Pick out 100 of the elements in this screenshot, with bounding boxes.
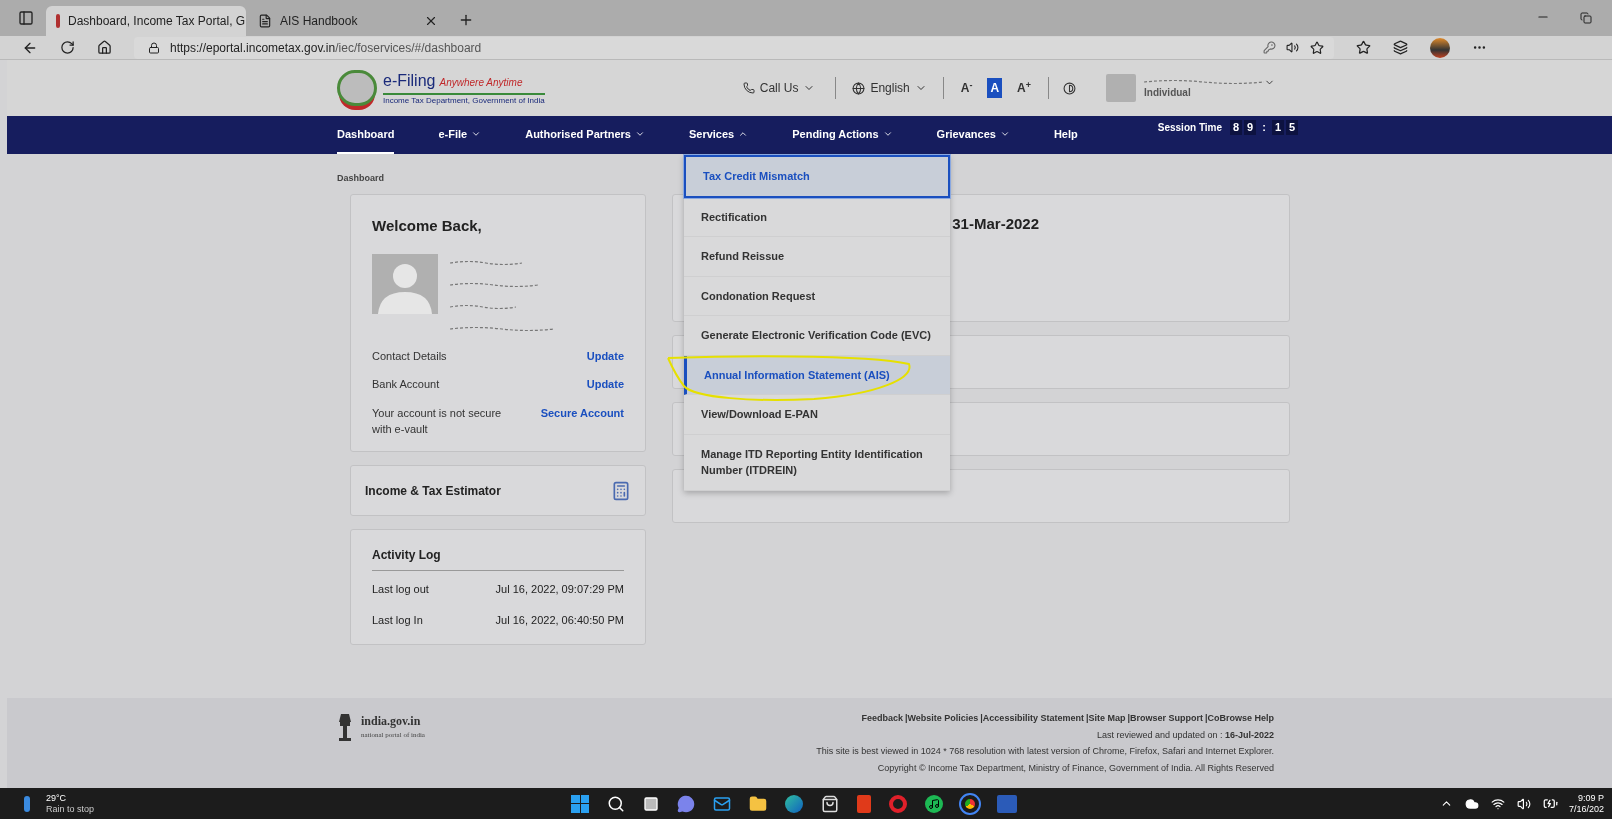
wifi-icon[interactable] <box>1491 796 1505 811</box>
nav-tab[interactable]: Authorised Partners <box>525 116 645 154</box>
menu-item[interactable]: Manage ITD Reporting Entity Identification Number (ITDREIN) <box>684 434 950 491</box>
nav-tab[interactable]: Pending Actions <box>792 116 893 154</box>
nav-tab[interactable]: Grievances <box>936 116 1010 154</box>
clock-time: 9:09 P <box>1577 792 1604 804</box>
footer-link[interactable]: Feedback <box>861 712 903 726</box>
font-size-button[interactable]: A <box>987 78 1003 98</box>
tab-actions-icon[interactable] <box>18 10 34 26</box>
tab-title: Dashboard, Income Tax Portal, G <box>68 13 246 30</box>
best-viewed-text: This site is best viewed in 1024 * 768 resolution with latest version of Chrome, Firefox, Safari and Internet Explorer. <box>816 745 1274 758</box>
browser-icon[interactable] <box>785 794 804 813</box>
menu-item[interactable]: Condonation Request <box>684 276 950 316</box>
account-action-link[interactable]: Secure Account <box>540 404 624 421</box>
footer-link[interactable]: |Accessibility Statement <box>980 712 1084 726</box>
clock-date: 7/16/202 <box>1568 803 1604 815</box>
welcome-heading: Welcome Back, <box>372 216 483 236</box>
footer-link[interactable]: |Site Map <box>1085 712 1126 726</box>
menu-item[interactable]: Refund Reissue <box>684 237 950 277</box>
url-text: https://eportal.incometax.gov.in/iec/foservices/#/dashboard <box>170 39 482 57</box>
user-avatar <box>1106 74 1137 102</box>
volume-icon[interactable] <box>1517 796 1531 811</box>
nav-tab[interactable]: Help <box>1053 116 1078 154</box>
new-tab-icon[interactable] <box>458 12 474 28</box>
search-icon[interactable] <box>607 794 626 813</box>
close-icon[interactable] <box>424 14 438 28</box>
reload-icon[interactable] <box>60 40 75 55</box>
account-action-link[interactable]: Update <box>586 376 624 393</box>
account-label: Contact Details <box>372 348 448 364</box>
folder-icon[interactable] <box>749 794 768 813</box>
task-view-icon[interactable] <box>643 795 660 812</box>
address-field[interactable]: https://eportal.incometax.gov.in/iec/foservices/#/dashboard <box>134 36 1334 59</box>
lock-icon <box>148 41 160 54</box>
music-icon[interactable] <box>925 794 944 813</box>
log-time: Jul 16, 2022, 06:40:50 PM <box>495 612 624 628</box>
menu-item[interactable]: View/Download E-PAN <box>684 395 950 435</box>
favorite-icon[interactable] <box>1310 40 1324 55</box>
log-time: Jul 16, 2022, 09:07:29 PM <box>495 582 624 597</box>
weather-icon <box>24 795 30 812</box>
store-icon[interactable] <box>821 794 840 813</box>
mail-icon[interactable] <box>713 794 732 813</box>
browser-tab[interactable]: Dashboard, Income Tax Portal, G <box>46 6 246 36</box>
last-reviewed-text: Last reviewed and updated on : 16-Jul-2022 <box>1096 728 1274 742</box>
phone-icon <box>742 82 755 94</box>
battery-icon[interactable] <box>1543 796 1558 811</box>
collections-icon[interactable] <box>1393 40 1408 55</box>
windows-start-icon[interactable] <box>571 794 590 813</box>
call-us-button[interactable]: Call Us <box>742 79 836 97</box>
estimator-title: Income & Tax Estimator <box>365 482 501 500</box>
profile-avatar-placeholder <box>372 253 438 314</box>
contrast-icon[interactable] <box>1063 81 1077 95</box>
footer-logo-title: india.gov.in <box>361 713 422 730</box>
footer-link[interactable]: |Website Policies <box>904 712 979 726</box>
session-time-digit: 8 <box>1230 120 1243 135</box>
activity-log-title: Activity Log <box>372 546 624 571</box>
account-action-link[interactable]: Update <box>586 347 624 364</box>
footer-link[interactable]: |CoBrowse Help <box>1204 712 1274 726</box>
session-time-digit: 1 <box>1272 120 1285 135</box>
nav-tab[interactable]: e-File <box>438 116 482 154</box>
browser-tab[interactable]: AIS Handbook <box>248 6 448 36</box>
font-size-button[interactable]: A$^{+}$ <box>1014 79 1035 97</box>
log-label: Last log out <box>372 582 429 597</box>
language-button[interactable]: English <box>836 79 943 97</box>
document-app-icon[interactable] <box>997 794 1018 813</box>
key-icon[interactable] <box>1263 41 1276 54</box>
chat-icon[interactable] <box>677 794 696 813</box>
cloud-icon[interactable] <box>1465 796 1479 811</box>
office-icon[interactable] <box>857 794 872 813</box>
log-label: Last log In <box>372 612 423 628</box>
logo-title: e-Filing <box>383 71 436 91</box>
session-time-label: Session Time <box>1157 121 1223 135</box>
weather-text: Rain to stop <box>46 803 95 815</box>
session-time-digit: : <box>1261 120 1267 135</box>
user-role: Individual <box>1144 85 1192 100</box>
nav-tab[interactable]: Dashboard <box>337 116 395 154</box>
temperature: 29°C <box>46 792 68 804</box>
card-heading: 31-Mar-2022 <box>952 214 1039 234</box>
nav-tab[interactable]: Services <box>688 116 749 154</box>
favorites-icon[interactable] <box>1356 40 1371 55</box>
home-icon[interactable] <box>97 40 112 55</box>
menu-item[interactable]: Tax Credit Mismatch <box>684 155 950 198</box>
account-label: Your account is not secure with e-vault <box>372 405 503 437</box>
logo-tagline: Anywhere Anytime <box>439 76 523 90</box>
ring-icon[interactable] <box>889 794 908 813</box>
footer-link[interactable]: |Browser Support <box>1127 712 1203 726</box>
globe-icon <box>852 81 866 95</box>
read-aloud-icon[interactable] <box>1286 40 1300 55</box>
menu-item[interactable]: Generate Electronic Verification Code (EVC) <box>684 316 950 356</box>
estimator-card[interactable]: Income & Tax Estimator <box>350 465 646 516</box>
profile-avatar[interactable] <box>1430 37 1450 58</box>
account-label: Bank Account <box>372 377 441 392</box>
menu-item[interactable]: Rectification <box>684 197 950 237</box>
breadcrumb[interactable]: Dashboard <box>337 172 384 186</box>
menu-item[interactable]: Annual Information Statement (AIS) <box>684 355 950 395</box>
tab-title: AIS Handbook <box>280 13 359 30</box>
restore-icon[interactable] <box>1580 12 1592 24</box>
round-browser-icon[interactable] <box>961 794 980 813</box>
font-size-button[interactable]: A$^{-}$ <box>957 79 976 97</box>
logo-subtitle: Income Tax Department, Government of India <box>383 95 545 107</box>
session-time-digit: 9 <box>1244 120 1257 135</box>
